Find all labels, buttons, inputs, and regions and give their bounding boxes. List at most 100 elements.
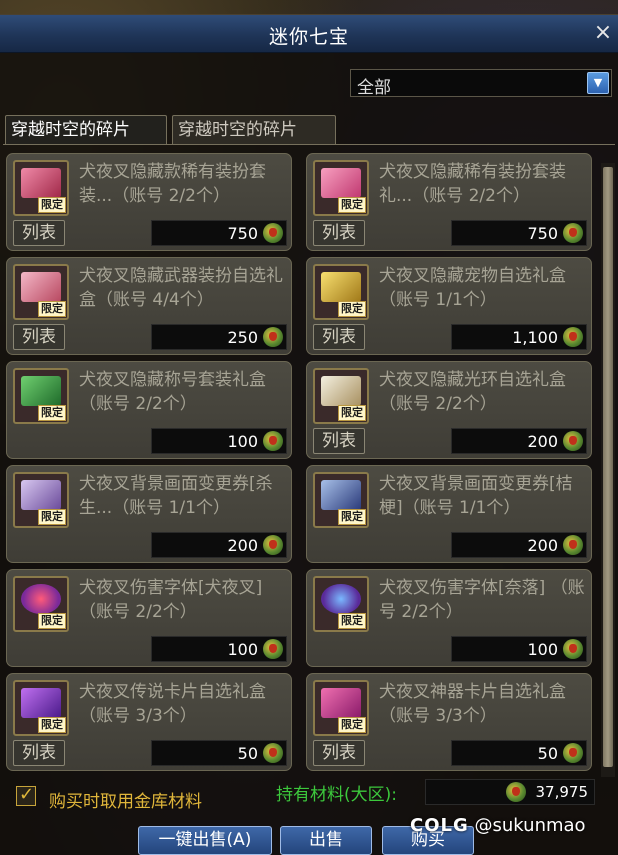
item-name: 犬夜叉隐藏宠物自选礼盒 （账号 1/1个） [379,266,566,310]
item-name: 犬夜叉传说卡片自选礼盒 （账号 3/3个） [79,682,266,726]
item-card[interactable]: 限定 犬夜叉隐藏光环自选礼盒 （账号 2/2个） 列表 200 [306,361,592,459]
price-box: 200 [451,532,587,558]
use-vault-materials-checkbox[interactable] [16,784,36,806]
list-button[interactable]: 列表 [313,740,365,766]
price-box: 1,100 [451,324,587,350]
material-coin-icon [563,743,583,763]
limited-tag: 限定 [338,509,366,525]
item-card[interactable]: 限定 犬夜叉隐藏宠物自选礼盒 （账号 1/1个） 列表 1,100 [306,257,592,355]
item-card[interactable]: 限定 犬夜叉神器卡片自选礼盒 （账号 3/3个） 列表 50 [306,673,592,771]
material-coin-icon [263,639,283,659]
price-box: 100 [451,636,587,662]
item-card[interactable]: 限定 犬夜叉隐藏称号套装礼盒 （账号 2/2个） 100 [6,361,292,459]
material-coin-icon [263,327,283,347]
price-box: 50 [151,740,287,766]
limited-tag: 限定 [338,197,366,213]
price-value: 50 [537,744,558,763]
limited-tag: 限定 [338,717,366,733]
damage-font-blue-icon: 限定 [313,576,369,632]
chevron-down-icon[interactable]: ▼ [587,72,609,94]
item-card[interactable]: 限定 犬夜叉隐藏武器装扮自选礼盒（账号 4/4个） 列表 250 [6,257,292,355]
sell-all-button[interactable]: 一键出售(A) [138,826,272,855]
material-coin-icon [563,535,583,555]
limited-tag: 限定 [38,405,66,421]
limited-tag: 限定 [38,197,66,213]
price-value: 100 [227,432,258,451]
watermark-brand: COLG [410,815,469,836]
list-button[interactable]: 列表 [13,324,65,350]
category-filter-select[interactable]: 全部 ▼ [350,69,612,98]
price-value: 750 [527,224,558,243]
material-coin-icon [563,639,583,659]
item-card[interactable]: 限定 犬夜叉传说卡片自选礼盒 （账号 3/3个） 列表 50 [6,673,292,771]
tab-fragment-2[interactable]: 穿越时空的碎片 [172,115,336,145]
material-coin-icon [563,327,583,347]
owned-materials-value: 37,975 [535,783,589,801]
material-coin-icon [263,743,283,763]
owned-materials-box: 37,975 [425,779,595,805]
item-grid: 限定 犬夜叉隐藏款稀有装扮套装...（账号 2/2个） 列表 750 限定 犬夜… [0,149,618,783]
item-card[interactable]: 限定 犬夜叉伤害字体[犬夜叉] （账号 2/2个） 100 [6,569,292,667]
item-name: 犬夜叉隐藏稀有装扮套装礼...（账号 2/2个） [379,162,566,206]
background-ticket-icon: 限定 [13,472,69,528]
item-card[interactable]: 限定 犬夜叉隐藏稀有装扮套装礼...（账号 2/2个） 列表 750 [306,153,592,251]
background-ticket-blue-icon: 限定 [313,472,369,528]
white-aura-box-icon: 限定 [313,368,369,424]
material-coin-icon [506,782,526,802]
item-name: 犬夜叉伤害字体[犬夜叉] （账号 2/2个） [79,578,263,622]
item-name: 犬夜叉伤害字体[奈落] （账号 2/2个） [379,578,585,622]
price-box: 100 [151,428,287,454]
price-value: 200 [527,536,558,555]
item-name: 犬夜叉隐藏光环自选礼盒 （账号 2/2个） [379,370,566,414]
price-value: 750 [227,224,258,243]
price-value: 100 [527,640,558,659]
pink-gift-box-icon: 限定 [313,160,369,216]
item-card[interactable]: 限定 犬夜叉伤害字体[奈落] （账号 2/2个） 100 [306,569,592,667]
owned-materials-label: 持有材料(大区): [276,785,397,805]
tab-fragment-1[interactable]: 穿越时空的碎片 [5,115,167,145]
pink-card-box-icon: 限定 [313,680,369,736]
price-box: 250 [151,324,287,350]
item-name: 犬夜叉隐藏称号套装礼盒 （账号 2/2个） [79,370,266,414]
price-box: 750 [451,220,587,246]
list-button[interactable]: 列表 [13,220,65,246]
limited-tag: 限定 [38,301,66,317]
list-button[interactable]: 列表 [13,740,65,766]
limited-tag: 限定 [38,509,66,525]
purple-card-box-icon: 限定 [13,680,69,736]
price-box: 200 [151,532,287,558]
window-title: 迷你七宝 [268,26,349,48]
list-button[interactable]: 列表 [313,220,365,246]
item-name: 犬夜叉背景画面变更券[桔梗]（账号 1/1个） [379,474,573,518]
close-icon[interactable]: × [592,21,614,45]
window-titlebar[interactable]: 迷你七宝 × [0,15,618,53]
item-name: 犬夜叉隐藏款稀有装扮套装...（账号 2/2个） [79,162,266,206]
item-name: 犬夜叉背景画面变更券[杀生...（账号 1/1个） [79,474,273,518]
item-card[interactable]: 限定 犬夜叉隐藏款稀有装扮套装...（账号 2/2个） 列表 750 [6,153,292,251]
price-box: 50 [451,740,587,766]
scrollbar[interactable] [601,163,615,777]
mini-shop-window: 迷你七宝 × 全部 ▼ 穿越时空的碎片 穿越时空的碎片 限定 犬夜叉隐藏款稀有装… [0,14,618,855]
price-value: 200 [527,432,558,451]
pink-weapon-box-icon: 限定 [13,264,69,320]
pink-costume-box-icon: 限定 [13,160,69,216]
material-coin-icon [563,431,583,451]
item-card[interactable]: 限定 犬夜叉背景画面变更券[桔梗]（账号 1/1个） 200 [306,465,592,563]
limited-tag: 限定 [338,301,366,317]
price-value: 200 [227,536,258,555]
price-value: 100 [227,640,258,659]
item-name: 犬夜叉神器卡片自选礼盒 （账号 3/3个） [379,682,566,726]
list-button[interactable]: 列表 [313,324,365,350]
item-card[interactable]: 限定 犬夜叉背景画面变更券[杀生...（账号 1/1个） 200 [6,465,292,563]
list-button[interactable]: 列表 [313,428,365,454]
scrollbar-thumb[interactable] [603,167,613,767]
sell-button[interactable]: 出售 [280,826,372,855]
watermark: COLG @sukunmao [410,815,586,836]
item-name: 犬夜叉隐藏武器装扮自选礼盒（账号 4/4个） [79,266,283,310]
price-value: 250 [227,328,258,347]
price-box: 750 [151,220,287,246]
use-vault-materials-label: 购买时取用金库材料 [49,792,202,812]
gold-pet-box-icon: 限定 [313,264,369,320]
limited-tag: 限定 [338,405,366,421]
material-coin-icon [263,431,283,451]
